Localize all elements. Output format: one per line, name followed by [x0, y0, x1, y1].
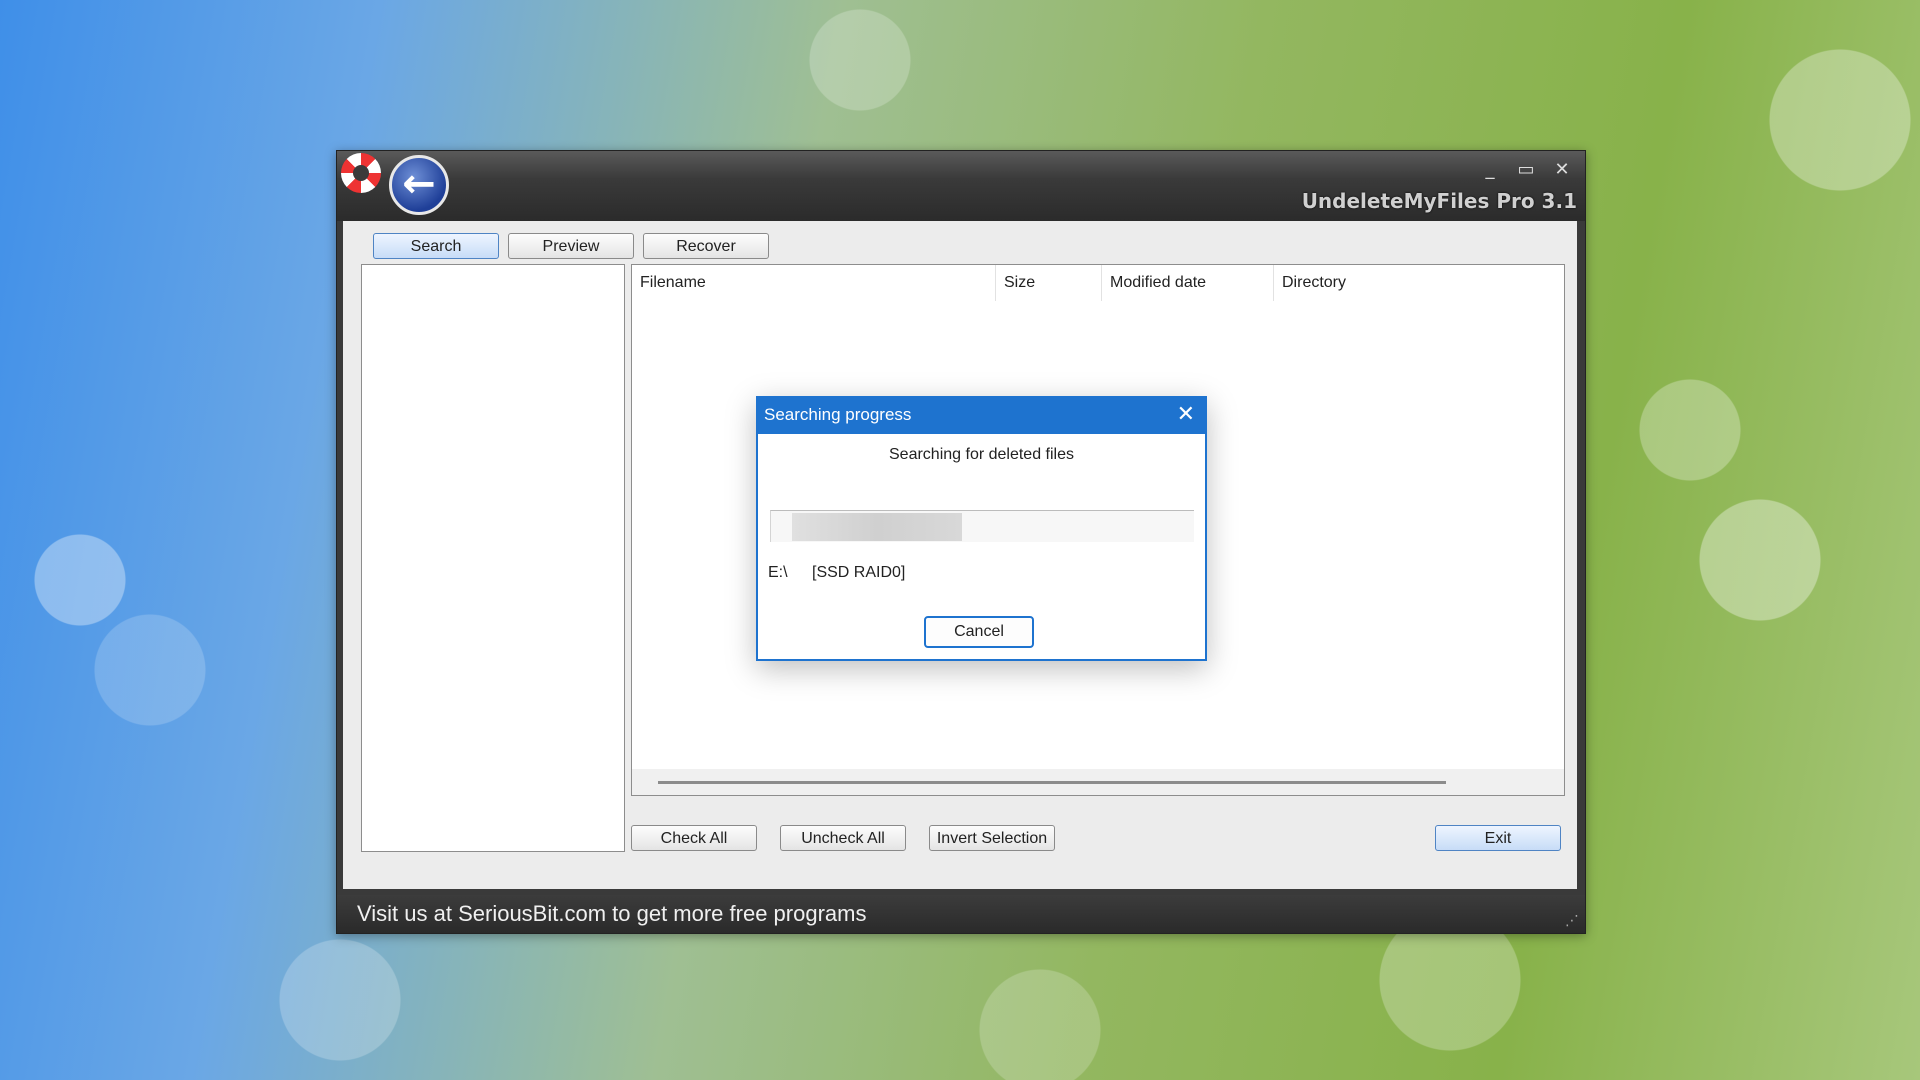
horizontal-scrollbar[interactable]: [632, 769, 1564, 795]
lifebuoy-icon: [341, 153, 381, 193]
tab-recover[interactable]: Recover: [643, 233, 769, 259]
drive-label: [SSD RAID0]: [812, 564, 906, 581]
cancel-button[interactable]: Cancel: [924, 616, 1034, 648]
resize-grip-icon[interactable]: ⋰: [1565, 913, 1579, 929]
dialog-message: Searching for deleted files: [889, 446, 1074, 463]
title-bar[interactable]: ← _ ▭ ✕ UndeleteMyFiles Pro 3.1: [337, 151, 1585, 221]
progress-fill: [792, 513, 962, 541]
close-button[interactable]: ✕: [1553, 159, 1571, 180]
minimize-button[interactable]: _: [1481, 159, 1499, 180]
uncheck-all-button[interactable]: Uncheck All: [780, 825, 906, 851]
maximize-button[interactable]: ▭: [1517, 159, 1535, 180]
dialog-title: Searching progress: [764, 405, 912, 424]
scrollbar-thumb[interactable]: [658, 781, 1446, 784]
check-all-button[interactable]: Check All: [631, 825, 757, 851]
tab-search[interactable]: Search: [373, 233, 499, 259]
status-bar: Visit us at SeriousBit.com to get more f…: [337, 895, 1585, 933]
close-icon[interactable]: ✕: [1177, 402, 1195, 428]
column-header-modified-date[interactable]: Modified date: [1102, 265, 1274, 301]
progress-bar: [770, 510, 1194, 542]
drive-path: E:\: [768, 564, 788, 581]
exit-button[interactable]: Exit: [1435, 825, 1561, 851]
app-title: UndeleteMyFiles Pro 3.1: [1301, 189, 1577, 213]
invert-selection-button[interactable]: Invert Selection: [929, 825, 1055, 851]
window-controls: _ ▭ ✕: [1481, 159, 1571, 180]
searching-progress-dialog: Searching progress ✕ Searching for delet…: [756, 396, 1207, 661]
column-header-size[interactable]: Size: [996, 265, 1102, 301]
status-text[interactable]: Visit us at SeriousBit.com to get more f…: [357, 901, 866, 927]
column-header-directory[interactable]: Directory: [1274, 265, 1564, 301]
drive-tree-panel[interactable]: [361, 264, 625, 852]
back-arrow-icon[interactable]: ←: [389, 155, 449, 215]
tab-preview[interactable]: Preview: [508, 233, 634, 259]
column-header-filename[interactable]: Filename: [632, 265, 996, 301]
dialog-title-bar[interactable]: Searching progress ✕: [758, 398, 1205, 434]
